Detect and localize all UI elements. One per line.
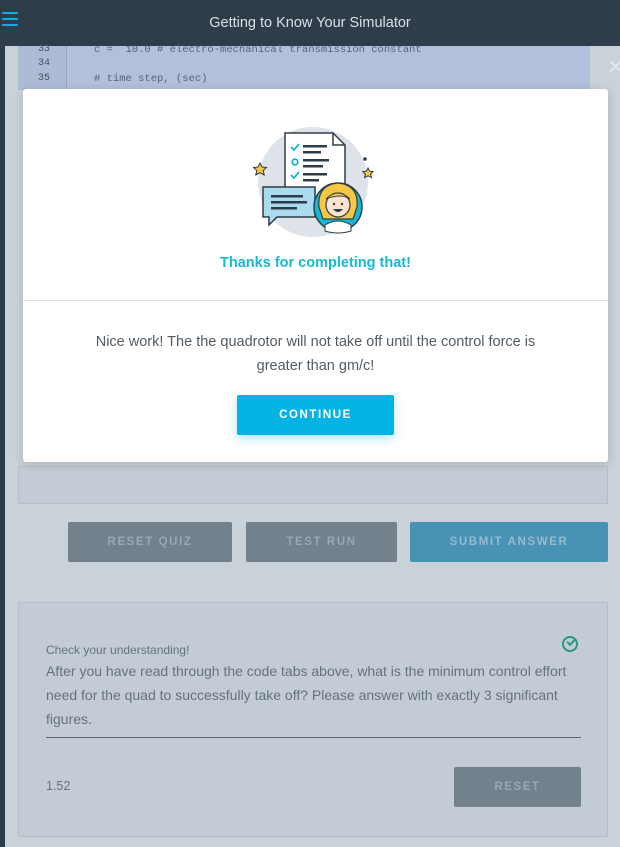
top-nav-bar: Getting to Know Your Simulator <box>0 0 620 46</box>
completion-illustration-icon <box>253 127 375 237</box>
completion-modal: Thanks for completing that! Nice work! T… <box>23 89 608 462</box>
continue-button[interactable]: CONTINUE <box>237 395 394 435</box>
modal-message: Nice work! The the quadrotor will not ta… <box>95 334 536 374</box>
menu-icon[interactable] <box>2 12 18 26</box>
page-title: Getting to Know Your Simulator <box>209 15 411 31</box>
modal-heading: Thanks for completing that! <box>220 255 411 271</box>
modal-divider <box>23 300 608 301</box>
